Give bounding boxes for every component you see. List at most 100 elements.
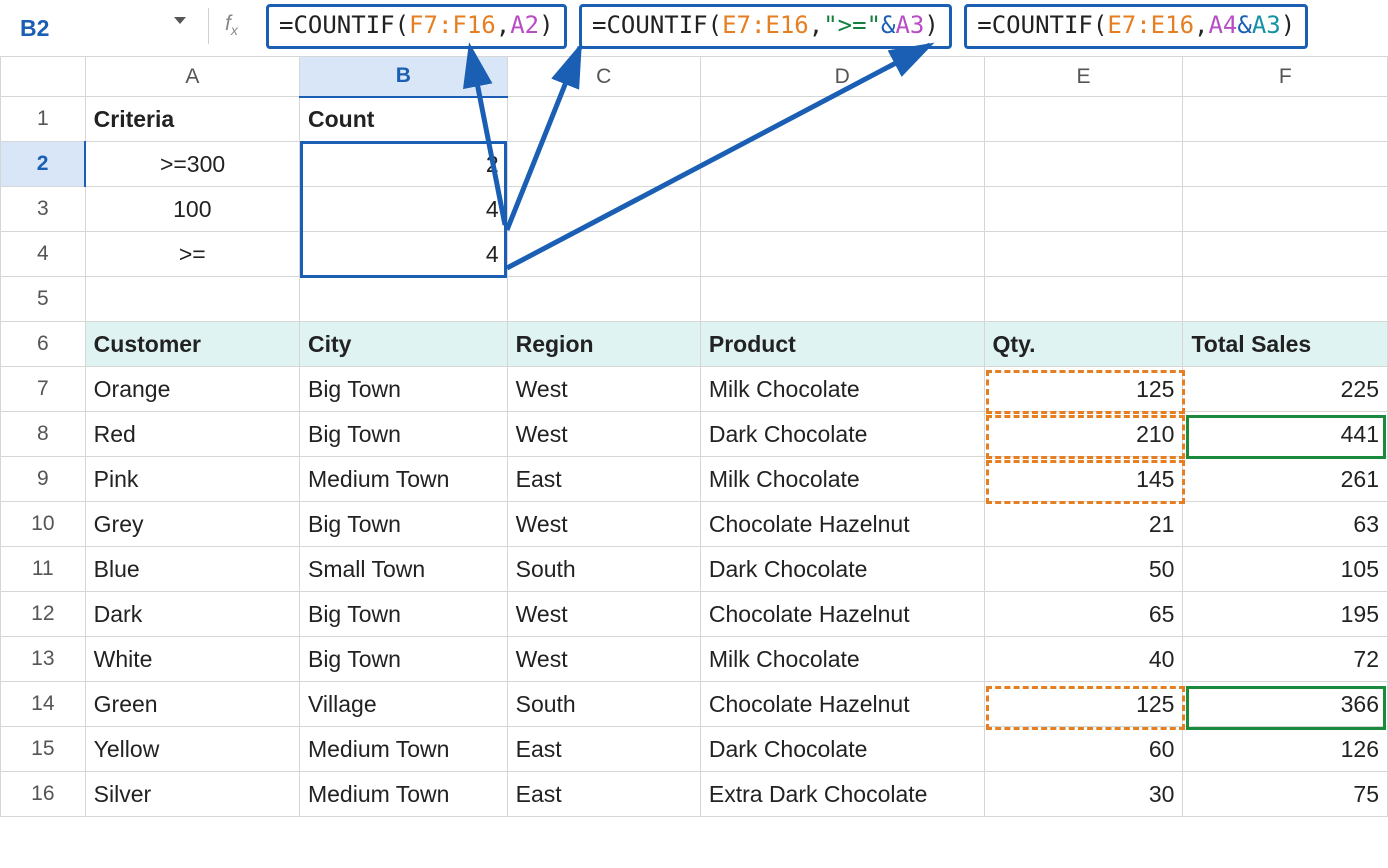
cell-E9[interactable]: 145 — [984, 457, 1183, 502]
cell-B2[interactable]: 2 — [299, 142, 507, 187]
cell-A2[interactable]: >=300 — [85, 142, 299, 187]
col-head-E[interactable]: E — [984, 57, 1183, 97]
column-header-row[interactable]: A B C D E F — [1, 57, 1388, 97]
cell-C15[interactable]: East — [507, 727, 700, 772]
row-16[interactable]: 16 Silver Medium Town East Extra Dark Ch… — [1, 772, 1388, 817]
cell-B11[interactable]: Small Town — [299, 547, 507, 592]
cell-C5[interactable] — [507, 277, 700, 322]
cell-F15[interactable]: 126 — [1183, 727, 1388, 772]
cell-A16[interactable]: Silver — [85, 772, 299, 817]
row-6[interactable]: 6 Customer City Region Product Qty. Tota… — [1, 322, 1388, 367]
cell-C4[interactable] — [507, 232, 700, 277]
spreadsheet-grid[interactable]: A B C D E F 1 Criteria Count 2 >=300 2 — [0, 56, 1388, 817]
cell-A5[interactable] — [85, 277, 299, 322]
cell-E5[interactable] — [984, 277, 1183, 322]
col-head-F[interactable]: F — [1183, 57, 1388, 97]
cell-E11[interactable]: 50 — [984, 547, 1183, 592]
cell-B9[interactable]: Medium Town — [299, 457, 507, 502]
cell-C14[interactable]: South — [507, 682, 700, 727]
row-head-4[interactable]: 4 — [1, 232, 86, 277]
cell-B6[interactable]: City — [299, 322, 507, 367]
cell-D9[interactable]: Milk Chocolate — [700, 457, 984, 502]
row-head-11[interactable]: 11 — [1, 547, 86, 592]
select-all-corner[interactable] — [1, 57, 86, 97]
row-head-12[interactable]: 12 — [1, 592, 86, 637]
cell-D15[interactable]: Dark Chocolate — [700, 727, 984, 772]
row-head-2[interactable]: 2 — [1, 142, 86, 187]
row-head-10[interactable]: 10 — [1, 502, 86, 547]
col-head-D[interactable]: D — [700, 57, 984, 97]
cell-E3[interactable] — [984, 187, 1183, 232]
cell-B12[interactable]: Big Town — [299, 592, 507, 637]
col-head-C[interactable]: C — [507, 57, 700, 97]
row-9[interactable]: 9 Pink Medium Town East Milk Chocolate 1… — [1, 457, 1388, 502]
row-head-3[interactable]: 3 — [1, 187, 86, 232]
cell-C8[interactable]: West — [507, 412, 700, 457]
cell-D10[interactable]: Chocolate Hazelnut — [700, 502, 984, 547]
row-1[interactable]: 1 Criteria Count — [1, 97, 1388, 142]
cell-E4[interactable] — [984, 232, 1183, 277]
cell-D3[interactable] — [700, 187, 984, 232]
cell-F13[interactable]: 72 — [1183, 637, 1388, 682]
cell-A3[interactable]: 100 — [85, 187, 299, 232]
row-10[interactable]: 10 Grey Big Town West Chocolate Hazelnut… — [1, 502, 1388, 547]
cell-A10[interactable]: Grey — [85, 502, 299, 547]
cell-A11[interactable]: Blue — [85, 547, 299, 592]
row-head-9[interactable]: 9 — [1, 457, 86, 502]
cell-D12[interactable]: Chocolate Hazelnut — [700, 592, 984, 637]
cell-E13[interactable]: 40 — [984, 637, 1183, 682]
cell-C6[interactable]: Region — [507, 322, 700, 367]
cell-B16[interactable]: Medium Town — [299, 772, 507, 817]
cell-E10[interactable]: 21 — [984, 502, 1183, 547]
cell-C7[interactable]: West — [507, 367, 700, 412]
cell-B5[interactable] — [299, 277, 507, 322]
cell-F10[interactable]: 63 — [1183, 502, 1388, 547]
row-4[interactable]: 4 >= 4 — [1, 232, 1388, 277]
row-3[interactable]: 3 100 4 — [1, 187, 1388, 232]
cell-B7[interactable]: Big Town — [299, 367, 507, 412]
cell-A12[interactable]: Dark — [85, 592, 299, 637]
cell-F11[interactable]: 105 — [1183, 547, 1388, 592]
cell-F6[interactable]: Total Sales — [1183, 322, 1388, 367]
cell-C3[interactable] — [507, 187, 700, 232]
cell-E8[interactable]: 210 — [984, 412, 1183, 457]
cell-B1[interactable]: Count — [299, 97, 507, 142]
cell-C11[interactable]: South — [507, 547, 700, 592]
name-box-dropdown-icon[interactable] — [174, 17, 186, 24]
cell-C1[interactable] — [507, 97, 700, 142]
cell-F2[interactable] — [1183, 142, 1388, 187]
row-13[interactable]: 13 White Big Town West Milk Chocolate 40… — [1, 637, 1388, 682]
cell-F16[interactable]: 75 — [1183, 772, 1388, 817]
cell-E2[interactable] — [984, 142, 1183, 187]
cell-E6[interactable]: Qty. — [984, 322, 1183, 367]
row-7[interactable]: 7 Orange Big Town West Milk Chocolate 12… — [1, 367, 1388, 412]
row-head-13[interactable]: 13 — [1, 637, 86, 682]
row-head-1[interactable]: 1 — [1, 97, 86, 142]
row-head-14[interactable]: 14 — [1, 682, 86, 727]
row-5[interactable]: 5 — [1, 277, 1388, 322]
cell-B14[interactable]: Village — [299, 682, 507, 727]
cell-C12[interactable]: West — [507, 592, 700, 637]
cell-D6[interactable]: Product — [700, 322, 984, 367]
row-14[interactable]: 14 Green Village South Chocolate Hazelnu… — [1, 682, 1388, 727]
cell-D1[interactable] — [700, 97, 984, 142]
cell-C2[interactable] — [507, 142, 700, 187]
cell-A7[interactable]: Orange — [85, 367, 299, 412]
cell-B4[interactable]: 4 — [299, 232, 507, 277]
col-head-A[interactable]: A — [85, 57, 299, 97]
cell-F7[interactable]: 225 — [1183, 367, 1388, 412]
name-box[interactable] — [14, 12, 184, 44]
row-8[interactable]: 8 Red Big Town West Dark Chocolate 210 4… — [1, 412, 1388, 457]
cell-E14[interactable]: 125 — [984, 682, 1183, 727]
cell-A4[interactable]: >= — [85, 232, 299, 277]
cell-F8[interactable]: 441 — [1183, 412, 1388, 457]
cell-F14[interactable]: 366 — [1183, 682, 1388, 727]
cell-C9[interactable]: East — [507, 457, 700, 502]
cell-D2[interactable] — [700, 142, 984, 187]
cell-F1[interactable] — [1183, 97, 1388, 142]
cell-C16[interactable]: East — [507, 772, 700, 817]
cell-B15[interactable]: Medium Town — [299, 727, 507, 772]
cell-E16[interactable]: 30 — [984, 772, 1183, 817]
cell-D13[interactable]: Milk Chocolate — [700, 637, 984, 682]
cell-E12[interactable]: 65 — [984, 592, 1183, 637]
